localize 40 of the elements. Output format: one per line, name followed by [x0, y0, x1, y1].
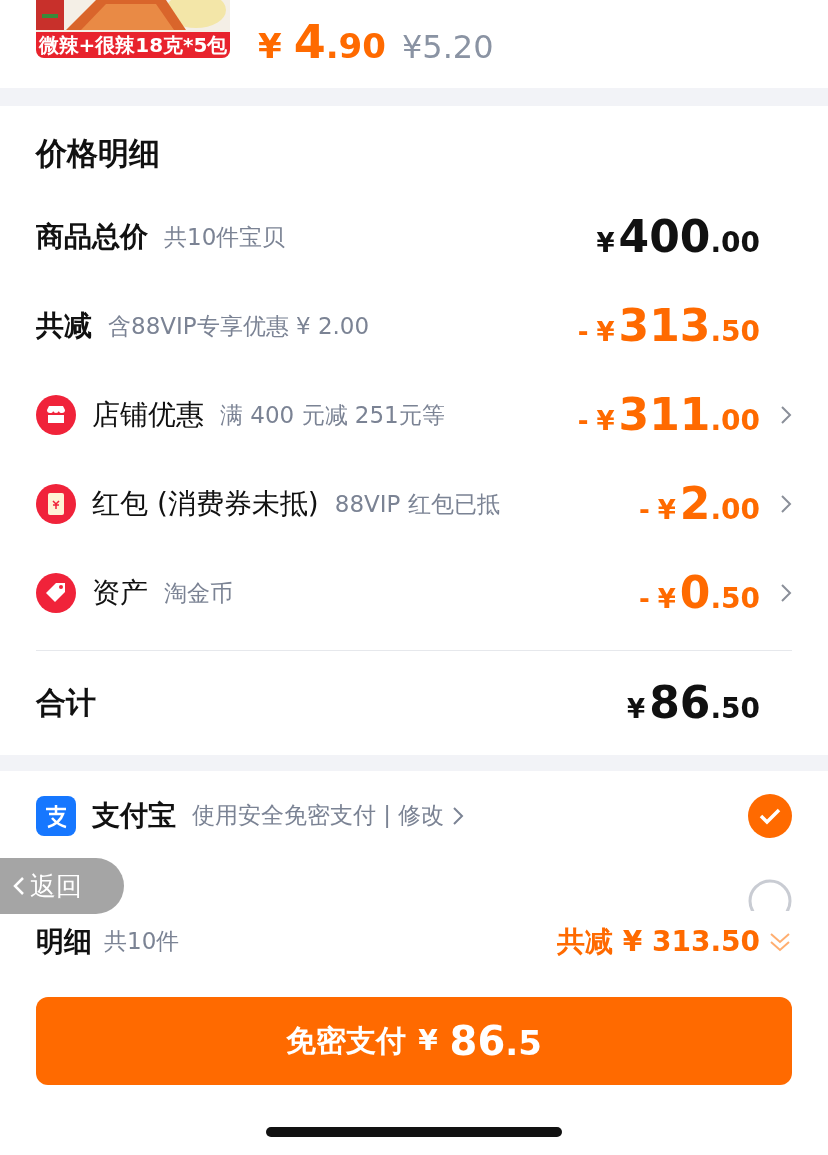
section-title: 价格明细 [36, 134, 161, 173]
row-label: 资产 [92, 575, 148, 611]
back-button[interactable]: 返回 [0, 858, 124, 914]
chevron-left-icon [12, 875, 26, 897]
row-label: 商品总价 [36, 219, 148, 255]
home-indicator[interactable] [266, 1127, 562, 1137]
summary-count: 共10件 [104, 927, 180, 957]
row-label: 店铺优惠 [92, 397, 204, 433]
row-note: 含88VIP专享优惠 ¥ 2.00 [108, 311, 370, 341]
saving-text: 共减 ¥ 313.50 [556, 923, 760, 960]
price-text: - ¥313.50 [577, 299, 760, 353]
original-price: ¥5.20 [401, 27, 494, 68]
price-text: - ¥2.00 [638, 477, 760, 531]
row-note: 共10件宝贝 [164, 222, 286, 252]
shop-icon [36, 395, 76, 435]
row-note: 88VIP 红包已抵 [334, 489, 500, 519]
chevron-right-icon [780, 405, 792, 425]
price-text: ¥400.00 [596, 210, 760, 264]
payment-app-icon [36, 795, 76, 836]
pay-button[interactable]: 免密支付 ¥ 86.5 [36, 996, 792, 1085]
price-text: ¥86.50 [627, 675, 760, 730]
sale-price: ¥ 4.90 [258, 14, 386, 71]
chevron-right-icon [452, 805, 465, 826]
row-label: 红包 (消费券未抵) [92, 486, 319, 522]
checked-radio-icon[interactable] [748, 793, 792, 838]
row-note: 满 400 元减 251元等 [220, 400, 445, 430]
price-text: - ¥311.00 [577, 388, 760, 442]
radio-icon[interactable] [748, 878, 792, 911]
summary-label: 明细 [36, 923, 92, 960]
chevron-right-icon [780, 583, 792, 603]
payment-note[interactable]: 使用安全免密支付 | 修改 [192, 798, 445, 833]
tag-icon [36, 573, 76, 613]
product-label: 微辣+很辣18克*5包 [36, 32, 230, 58]
chevron-right-icon [780, 494, 792, 514]
row-note: 淘金币 [164, 578, 233, 608]
total-label: 合计 [36, 684, 96, 722]
price-text: - ¥0.50 [638, 566, 760, 620]
envelope-icon [36, 484, 76, 524]
payment-name: 支付宝 [92, 797, 176, 834]
row-label: 共减 [36, 308, 92, 344]
